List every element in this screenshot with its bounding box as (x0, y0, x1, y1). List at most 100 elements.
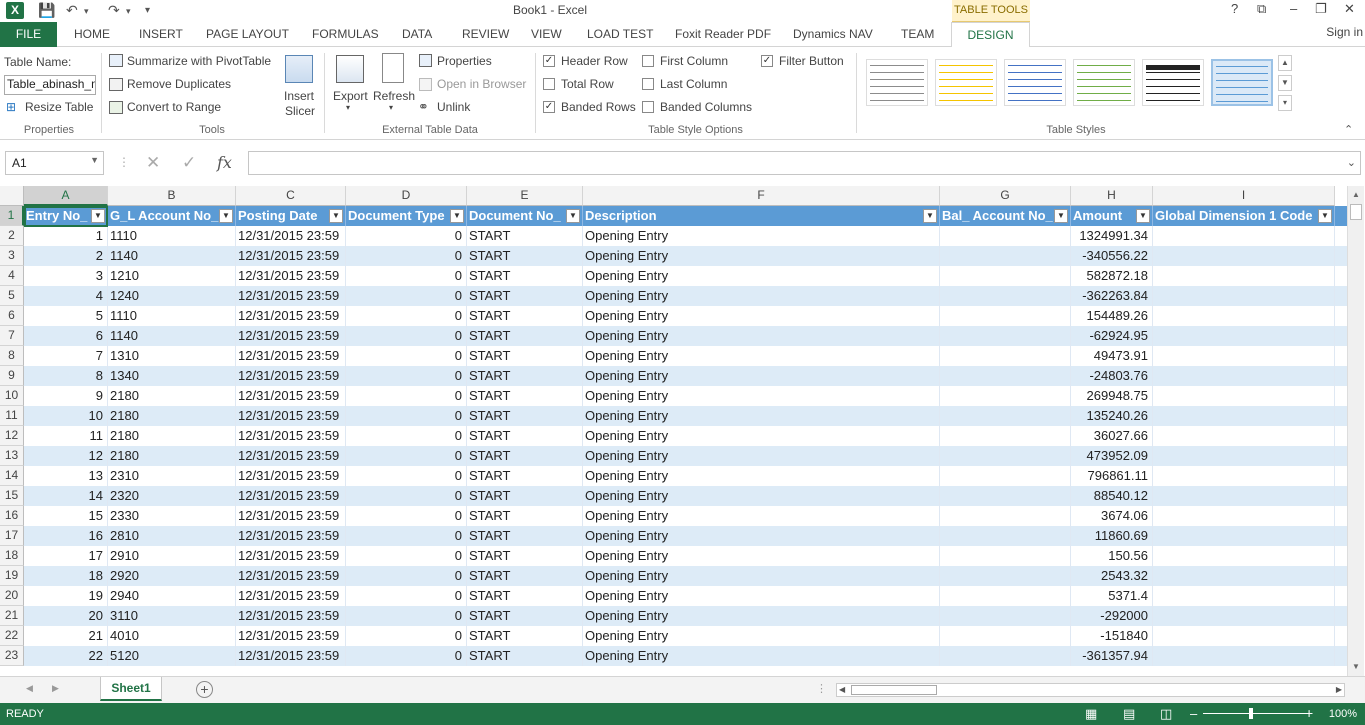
table-cell[interactable]: 0 (346, 226, 467, 246)
tab-file[interactable]: FILE (0, 22, 57, 47)
table-cell[interactable]: 3110 (108, 606, 236, 626)
column-header-i[interactable]: I (1153, 186, 1335, 206)
tab-design[interactable]: DESIGN (951, 22, 1030, 48)
table-header-cell[interactable]: Entry No_ ▼ (24, 206, 108, 226)
tab-view[interactable]: VIEW (531, 27, 562, 41)
table-cell[interactable] (1153, 546, 1335, 566)
table-cell[interactable]: START (467, 326, 583, 346)
name-box-dropdown-icon[interactable]: ▼ (90, 155, 99, 165)
table-cell[interactable]: 0 (346, 466, 467, 486)
convert-to-range-button[interactable]: Convert to Range (127, 100, 221, 114)
table-name-input[interactable]: Table_abinash_m (4, 75, 96, 95)
table-cell[interactable]: Opening Entry (583, 426, 940, 446)
filter-dropdown-icon[interactable]: ▼ (329, 209, 343, 223)
table-cell[interactable]: 13 (24, 466, 108, 486)
row-header[interactable]: 14 (0, 466, 24, 486)
table-cell[interactable]: START (467, 506, 583, 526)
table-cell[interactable]: Opening Entry (583, 306, 940, 326)
total-row-checkbox[interactable] (543, 78, 555, 90)
ribbon-display-options-button[interactable]: ⧉ (1257, 1, 1266, 17)
table-cell[interactable]: START (467, 586, 583, 606)
name-box[interactable]: A1 ▼ (5, 151, 104, 175)
table-cell[interactable] (1153, 606, 1335, 626)
table-cell[interactable]: 2180 (108, 406, 236, 426)
table-cell[interactable]: 12/31/2015 23:59 (236, 326, 346, 346)
table-cell[interactable] (1153, 286, 1335, 306)
insert-function-icon[interactable]: fx (217, 153, 232, 172)
table-cell[interactable] (1153, 366, 1335, 386)
table-header-cell[interactable]: G_L Account No_ ▼ (108, 206, 236, 226)
table-cell[interactable]: START (467, 526, 583, 546)
normal-view-icon[interactable]: ▦ (1085, 706, 1097, 722)
table-cell[interactable]: 582872.18 (1071, 266, 1153, 286)
table-style-swatch[interactable] (1142, 59, 1204, 106)
table-cell[interactable]: START (467, 566, 583, 586)
table-cell[interactable]: START (467, 466, 583, 486)
table-cell[interactable]: 2180 (108, 386, 236, 406)
table-cell[interactable]: 0 (346, 346, 467, 366)
tab-page-layout[interactable]: PAGE LAYOUT (206, 27, 289, 41)
table-cell[interactable]: 473952.09 (1071, 446, 1153, 466)
filter-dropdown-icon[interactable]: ▼ (91, 209, 105, 223)
table-header-cell[interactable]: Bal_ Account No_ ▼ (940, 206, 1071, 226)
table-cell[interactable]: 0 (346, 646, 467, 666)
table-cell[interactable] (1153, 466, 1335, 486)
table-cell[interactable] (940, 546, 1071, 566)
table-cell[interactable]: START (467, 306, 583, 326)
table-cell[interactable]: 0 (346, 246, 467, 266)
resize-table-button[interactable]: Resize Table (25, 100, 93, 114)
table-cell[interactable] (1153, 406, 1335, 426)
table-cell[interactable]: 135240.26 (1071, 406, 1153, 426)
open-in-browser-button[interactable]: Open in Browser (437, 77, 526, 91)
table-cell[interactable]: 0 (346, 406, 467, 426)
table-cell[interactable]: Opening Entry (583, 586, 940, 606)
table-cell[interactable]: Opening Entry (583, 626, 940, 646)
table-cell[interactable]: 0 (346, 606, 467, 626)
table-cell[interactable] (1153, 486, 1335, 506)
table-cell[interactable]: START (467, 366, 583, 386)
table-cell[interactable]: 12/31/2015 23:59 (236, 346, 346, 366)
table-cell[interactable]: 12/31/2015 23:59 (236, 306, 346, 326)
prev-sheet-icon[interactable]: ◀ (26, 683, 33, 694)
table-cell[interactable]: 12/31/2015 23:59 (236, 506, 346, 526)
table-cell[interactable]: 2180 (108, 446, 236, 466)
tab-dynamics-nav[interactable]: Dynamics NAV (793, 27, 873, 41)
table-cell[interactable] (940, 646, 1071, 666)
column-header-f[interactable]: F (583, 186, 940, 206)
table-cell[interactable]: 2940 (108, 586, 236, 606)
table-cell[interactable]: 0 (346, 586, 467, 606)
table-cell[interactable]: -24803.76 (1071, 366, 1153, 386)
table-cell[interactable]: 2180 (108, 426, 236, 446)
table-style-swatch[interactable] (935, 59, 997, 106)
column-header-h[interactable]: H (1071, 186, 1153, 206)
table-cell[interactable] (1153, 326, 1335, 346)
table-cell[interactable]: Opening Entry (583, 646, 940, 666)
table-cell[interactable]: START (467, 346, 583, 366)
filter-dropdown-icon[interactable]: ▼ (923, 209, 937, 223)
table-cell[interactable]: 0 (346, 486, 467, 506)
table-cell[interactable]: 5 (24, 306, 108, 326)
table-header-cell[interactable]: Document Type ▼ (346, 206, 467, 226)
table-style-swatch[interactable] (1211, 59, 1273, 106)
table-cell[interactable]: 12/31/2015 23:59 (236, 286, 346, 306)
table-cell[interactable] (940, 486, 1071, 506)
table-cell[interactable] (940, 466, 1071, 486)
table-cell[interactable]: 12/31/2015 23:59 (236, 266, 346, 286)
zoom-slider-knob[interactable] (1249, 708, 1253, 719)
horizontal-scroll-thumb[interactable] (851, 685, 937, 695)
table-cell[interactable]: 2810 (108, 526, 236, 546)
tab-home[interactable]: HOME (74, 27, 110, 41)
table-cell[interactable]: START (467, 226, 583, 246)
table-cell[interactable]: 1 (24, 226, 108, 246)
table-cell[interactable] (1153, 626, 1335, 646)
table-cell[interactable]: 12/31/2015 23:59 (236, 446, 346, 466)
table-cell[interactable]: 12/31/2015 23:59 (236, 406, 346, 426)
column-header-g[interactable]: G (940, 186, 1071, 206)
table-cell[interactable]: 11860.69 (1071, 526, 1153, 546)
table-cell[interactable]: 0 (346, 426, 467, 446)
table-cell[interactable] (1153, 386, 1335, 406)
zoom-in-button[interactable]: + (1305, 705, 1313, 721)
worksheet-grid[interactable]: A B C D E F G H I 1 2 3 4 5 6 7 8 9 10 11 12 13 14 15 16 17 18 19 20… (0, 186, 1347, 676)
table-cell[interactable]: 12/31/2015 23:59 (236, 546, 346, 566)
table-cell[interactable]: 0 (346, 326, 467, 346)
